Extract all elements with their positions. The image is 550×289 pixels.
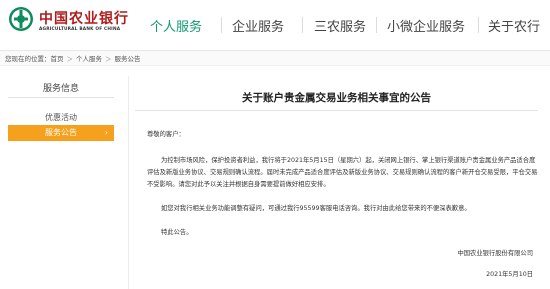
sidebar: 服务信息 优惠活动 服务公告 › [8, 76, 114, 289]
nav-divider [478, 17, 479, 33]
nav-divider [376, 17, 377, 33]
nav-personal-services[interactable]: 个人服务 [150, 16, 202, 35]
breadcrumb-service-notices[interactable]: 服务公告 [115, 55, 141, 63]
sidebar-item-promotions[interactable]: 优惠活动 [8, 110, 114, 125]
nav-rural-services[interactable]: 三农服务 [314, 16, 366, 35]
title-divider [135, 110, 538, 111]
breadcrumb-separator: ＞ [66, 55, 74, 63]
sidebar-title: 服务信息 [42, 84, 79, 94]
logo-chinese-name: 中国农业银行 [39, 11, 129, 27]
nav-divider [302, 17, 303, 33]
breadcrumb-separator: ＞ [105, 55, 112, 63]
signature-organization: 中国农业银行股份有限公司 [457, 250, 533, 257]
sidebar-header: 服务信息 [8, 76, 114, 98]
abc-logo-icon [9, 7, 33, 31]
breadcrumb-home[interactable]: 首页 [51, 55, 64, 63]
logo-english-name: AGRICULTURAL BANK OF CHINA [39, 27, 121, 32]
nav-about-abc[interactable]: 关于农行 [488, 16, 540, 35]
breadcrumb-personal-services[interactable]: 个人服务 [76, 55, 102, 63]
article: 关于账户贵金属交易业务相关事宜的公告 尊敬的客户： 为控制市场风险，保护投资者利… [128, 76, 543, 289]
nav-divider [221, 17, 222, 33]
nav-corporate-services[interactable]: 企业服务 [232, 16, 284, 35]
bank-logo[interactable]: 中国农业银行 AGRICULTURAL BANK OF CHINA [8, 6, 138, 36]
breadcrumb: 您现在的位置：首页＞个人服务＞服务公告 [5, 53, 141, 63]
sidebar-item-label: 服务公告 [45, 128, 77, 137]
main-nav: 个人服务 企业服务 三农服务 小微企业服务 关于农行 [138, 0, 550, 50]
breadcrumb-bar: 您现在的位置：首页＞个人服务＞服务公告 [0, 50, 550, 66]
article-paragraph: 特此公告。 [161, 229, 193, 236]
article-paragraph: 为控制市场风险，保护投资者利益，我行将于2021年5月15日（星期六）起，关闭网… [147, 157, 538, 188]
article-title: 关于账户贵金属交易业务相关事宜的公告 [242, 92, 431, 104]
article-paragraph: 如您对我行相关业务功能调整有疑问，可通过我行95599客服电话咨询。我行对由此给… [161, 205, 471, 212]
chevron-right-icon: › [104, 128, 108, 137]
nav-small-business-services[interactable]: 小微企业服务 [387, 16, 465, 35]
sidebar-item-service-notices[interactable]: 服务公告 › [8, 125, 114, 141]
article-salutation: 尊敬的客户： [147, 131, 185, 138]
site-header: 中国农业银行 AGRICULTURAL BANK OF CHINA 个人服务 企… [0, 0, 550, 50]
signature-date: 2021年5月10日 [486, 271, 533, 278]
breadcrumb-prefix: 您现在的位置： [5, 55, 51, 63]
